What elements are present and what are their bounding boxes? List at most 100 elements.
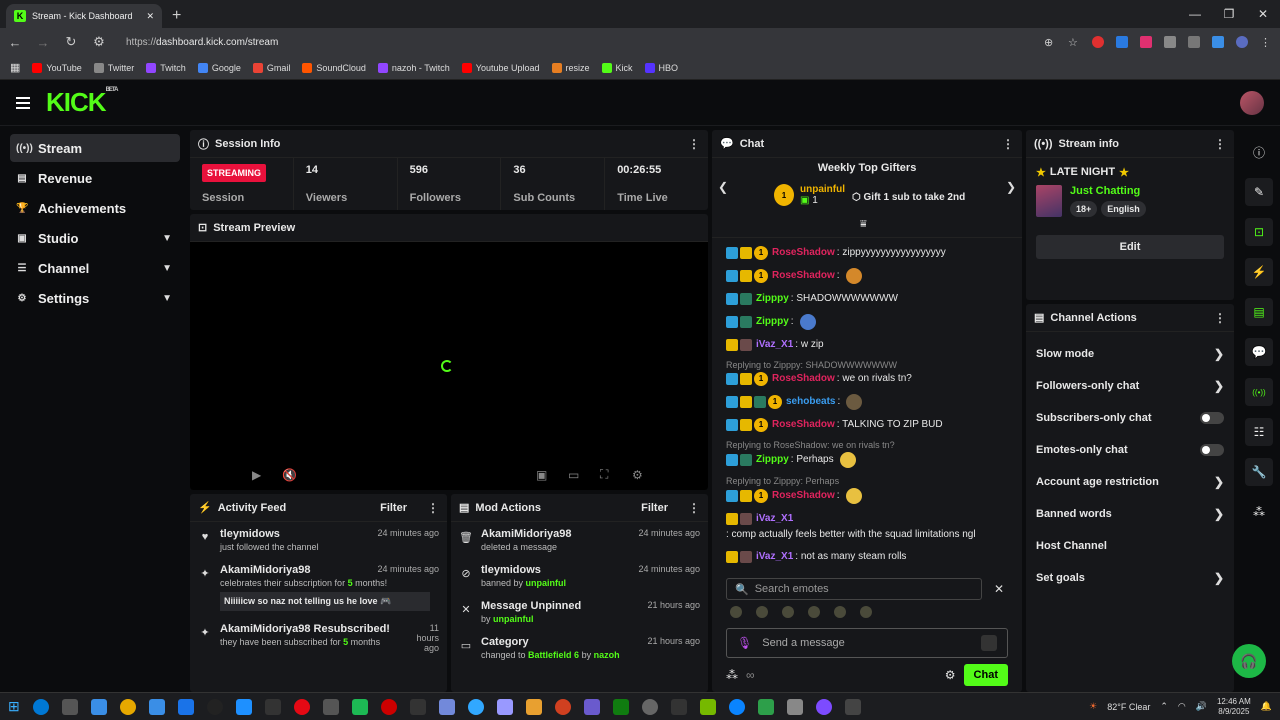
emote-icon[interactable]: [730, 606, 742, 618]
video-player[interactable]: ▶ 🔇 ▣ ▭ ⛶ ⚙: [190, 242, 708, 490]
play-icon[interactable]: ▶: [252, 468, 261, 482]
activity-item[interactable]: ✦ AkamiMidoriya98 celebrates their subscri…: [190, 558, 447, 617]
toggle-switch[interactable]: [1200, 444, 1224, 456]
chat-message[interactable]: iVaz_X1: not as many steam rolls: [726, 546, 1008, 568]
category-name[interactable]: Just Chatting: [1070, 185, 1146, 197]
emote-picker-icon[interactable]: [981, 635, 997, 651]
taskbar-app-icon[interactable]: [699, 698, 716, 715]
channel-action-host-channel[interactable]: Host Channel: [1026, 530, 1234, 562]
taskbar-app-icon[interactable]: [786, 698, 803, 715]
chat-message[interactable]: Zipppy:: [726, 310, 1008, 334]
notification-icon[interactable]: 🔔: [1261, 701, 1272, 712]
forward-icon[interactable]: →: [36, 35, 50, 50]
toggle-switch[interactable]: [1200, 412, 1224, 424]
zoom-icon[interactable]: ⊕: [1044, 36, 1056, 49]
gift-cta[interactable]: ⬡ Gift 1 sub to take 2nd: [852, 192, 965, 203]
emote-icon[interactable]: [782, 606, 794, 618]
new-tab-icon[interactable]: +: [172, 4, 181, 28]
taskbar-app-icon[interactable]: [322, 698, 339, 715]
windows-start-icon[interactable]: ⊞: [8, 698, 20, 715]
taskbar-app-icon[interactable]: [525, 698, 542, 715]
sidebar-item-studio[interactable]: ▣ Studio ▼: [10, 224, 180, 252]
taskbar-app-icon[interactable]: [467, 698, 484, 715]
apps-grid-icon[interactable]: ▦: [10, 61, 20, 74]
reload-icon[interactable]: ↻: [64, 34, 78, 50]
kick-logo[interactable]: KICKBETA: [46, 87, 118, 118]
emote-icon[interactable]: [860, 606, 872, 618]
sidebar-item-stream[interactable]: ((•)) Stream: [10, 134, 180, 162]
chat-username[interactable]: RoseShadow: [772, 489, 835, 503]
url-field[interactable]: https://dashboard.kick.com/stream: [120, 37, 1030, 48]
taskbar-app-icon[interactable]: [844, 698, 861, 715]
screen-icon[interactable]: ⊡: [1245, 218, 1273, 246]
fullscreen-icon[interactable]: ⛶: [600, 467, 608, 482]
bookmark-0[interactable]: YouTube: [32, 62, 82, 73]
taskbar-app-icon[interactable]: [32, 698, 49, 715]
close-window-icon[interactable]: ✕: [1246, 0, 1280, 28]
taskbar-app-icon[interactable]: [90, 698, 107, 715]
chat-username[interactable]: iVaz_X1: [756, 338, 793, 352]
download-icon[interactable]: [1212, 36, 1224, 48]
wrench-icon[interactable]: 🔧: [1245, 458, 1273, 486]
extension-blue-icon[interactable]: [1116, 36, 1128, 48]
bookmark-4[interactable]: Gmail: [252, 62, 290, 73]
taskbar-app-icon[interactable]: [554, 698, 571, 715]
chat-send-button[interactable]: Chat: [963, 664, 1008, 686]
chat-username[interactable]: RoseShadow: [772, 418, 835, 432]
chat-username[interactable]: Zipppy: [756, 315, 789, 329]
channel-action-emotes-only-chat[interactable]: Emotes-only chat: [1026, 434, 1234, 466]
taskbar-app-icon[interactable]: [119, 698, 136, 715]
taskbar-app-icon[interactable]: [612, 698, 629, 715]
taskbar-app-icon[interactable]: [409, 698, 426, 715]
chat-message[interactable]: Zipppy: SHADOWWWWWWW: [726, 288, 1008, 310]
bookmark-8[interactable]: resize: [551, 62, 590, 73]
bookmark-9[interactable]: Kick: [601, 62, 633, 73]
bookmark-1[interactable]: Twitter: [93, 62, 134, 73]
taskbar-app-icon[interactable]: [148, 698, 165, 715]
bookmark-7[interactable]: Youtube Upload: [461, 62, 540, 73]
collapse-icon[interactable]: ⩸: [860, 218, 867, 231]
taskbar-app-icon[interactable]: [351, 698, 368, 715]
filter-button[interactable]: Filter: [380, 502, 407, 514]
restore-icon[interactable]: ❐: [1212, 0, 1246, 28]
sidepanel-icon[interactable]: [1188, 36, 1200, 48]
mod-action-item[interactable]: ⊘ tleymidows banned by unpainful 24 minutes…: [451, 558, 708, 594]
tray-chevron-icon[interactable]: ⌃: [1160, 701, 1168, 712]
taskbar-app-icon[interactable]: [670, 698, 687, 715]
channel-action-subscribers-only-chat[interactable]: Subscribers-only chat: [1026, 402, 1234, 434]
pencil-icon[interactable]: ✎: [1245, 178, 1273, 206]
info-icon[interactable]: ⓘ: [1245, 138, 1273, 166]
site-settings-icon[interactable]: ⚙: [92, 34, 106, 50]
emote-icon[interactable]: [756, 606, 768, 618]
browser-tab[interactable]: K Stream - Kick Dashboard ✕: [6, 4, 162, 28]
bookmark-5[interactable]: SoundCloud: [302, 62, 366, 73]
chat-message[interactable]: 1 RoseShadow: TALKING TO ZIP BUD: [726, 414, 1008, 436]
chat-settings-icon[interactable]: ⚙: [945, 668, 956, 682]
sidebar-item-settings[interactable]: ⚙ Settings ▼: [10, 284, 180, 312]
sidebar-item-revenue[interactable]: ▤ Revenue: [10, 164, 180, 192]
bookmark-star-icon[interactable]: ☆: [1068, 36, 1080, 49]
kebab-menu-icon[interactable]: ⋮: [1214, 311, 1226, 325]
sidebar-item-channel[interactable]: ☰ Channel ▼: [10, 254, 180, 282]
kebab-menu-icon[interactable]: ⋮: [688, 501, 700, 515]
message-input[interactable]: 🎙 Send a message: [726, 628, 1008, 658]
mod-action-item[interactable]: 🗑 AkamiMidoriya98 deleted a message 24 minu…: [451, 522, 708, 558]
extensions-puzzle-icon[interactable]: [1164, 36, 1176, 48]
chat-message[interactable]: Zipppy: Perhaps: [726, 450, 1008, 472]
chat-message[interactable]: 1 RoseShadow: we on rivals tn?: [726, 370, 1008, 390]
stream-tag[interactable]: 18+: [1070, 201, 1098, 217]
taskbar-app-icon[interactable]: [206, 698, 223, 715]
kebab-menu-icon[interactable]: ⋮: [1002, 137, 1014, 151]
channel-action-slow-mode[interactable]: Slow mode ❯: [1026, 338, 1234, 370]
kebab-menu-icon[interactable]: ⋮: [688, 137, 700, 151]
taskbar-app-icon[interactable]: [583, 698, 600, 715]
taskbar-app-icon[interactable]: [757, 698, 774, 715]
channel-action-set-goals[interactable]: Set goals ❯: [1026, 562, 1234, 594]
edit-button[interactable]: Edit: [1036, 235, 1224, 259]
profile-icon[interactable]: [1236, 36, 1248, 48]
taskbar-app-icon[interactable]: [728, 698, 745, 715]
theater-icon[interactable]: ▭: [568, 468, 579, 482]
chat-username[interactable]: iVaz_X1: [756, 512, 793, 526]
chat-bubble-icon[interactable]: 💬: [1245, 338, 1273, 366]
user-avatar[interactable]: [1240, 90, 1264, 115]
